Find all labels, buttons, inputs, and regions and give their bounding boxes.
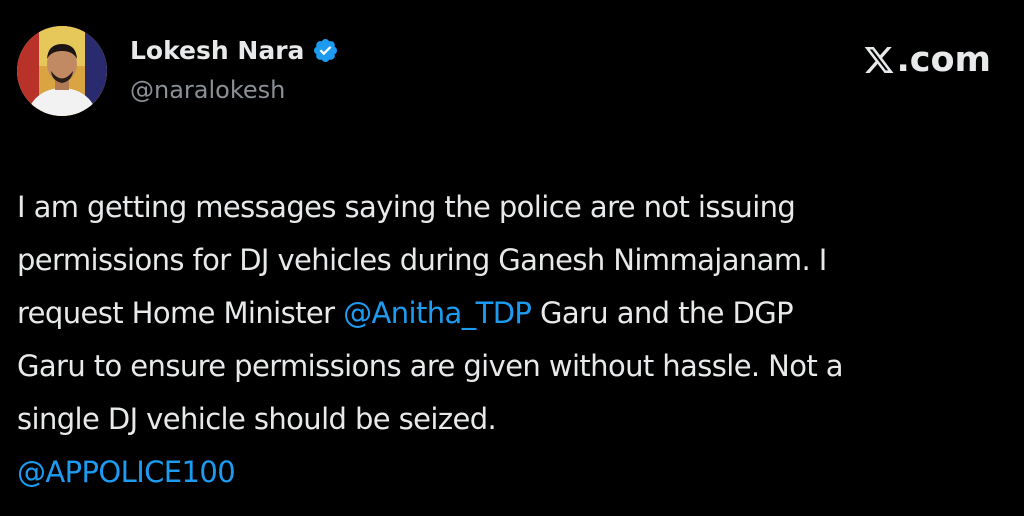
- author-display-name[interactable]: Lokesh Nara: [130, 36, 304, 65]
- tweet-text: I am getting messages saying the police …: [17, 181, 1017, 499]
- tweet-line-3-text-before: request Home Minister: [17, 296, 344, 330]
- author-name-row: Lokesh Nara: [130, 36, 339, 65]
- x-logo-icon: [863, 44, 895, 76]
- site-watermark: .com: [863, 40, 991, 80]
- avatar-icon: [17, 26, 107, 116]
- tweet-line-2: permissions for DJ vehicles during Ganes…: [17, 243, 827, 277]
- mention-appolice100-link[interactable]: @APPOLICE100: [17, 446, 1017, 499]
- verified-badge-icon: [312, 37, 339, 64]
- site-label-text: .com: [896, 40, 991, 80]
- tweet-line-3-text-after: Garu and the DGP: [531, 296, 794, 330]
- profile-avatar[interactable]: [17, 26, 107, 116]
- author-handle[interactable]: @naralokesh: [130, 76, 285, 104]
- tweet-line-1: I am getting messages saying the police …: [17, 190, 796, 224]
- tweet-line-5: single DJ vehicle should be seized.: [17, 402, 497, 436]
- mention-anitha-tdp-link[interactable]: @Anitha_TDP: [343, 296, 532, 330]
- tweet-line-4: Garu to ensure permissions are given wit…: [17, 349, 844, 383]
- tweet-line-3: request Home Minister @Anitha_TDP Garu a…: [17, 287, 1017, 340]
